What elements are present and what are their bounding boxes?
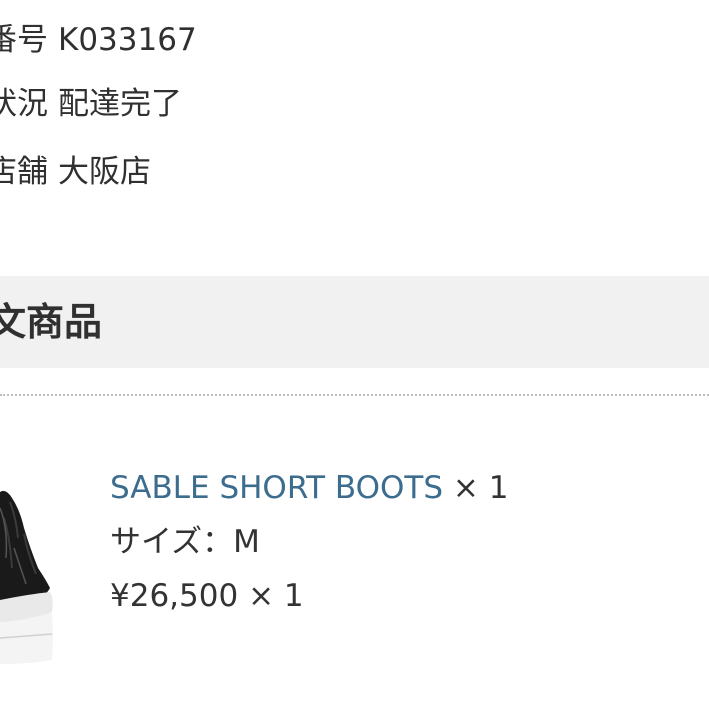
- size-label: サイズ：: [110, 524, 234, 560]
- section-title: 文商品: [0, 300, 103, 344]
- price-value: ¥26,500: [110, 578, 239, 614]
- ordered-items-header: 文商品: [0, 276, 709, 368]
- product-name-link[interactable]: SABLE SHORT BOOTS: [110, 470, 443, 506]
- product-thumbnail[interactable]: [0, 488, 60, 666]
- order-status-label: 状況: [0, 86, 48, 122]
- size-value: M: [233, 524, 260, 560]
- boot-image-icon: [0, 490, 53, 664]
- order-store-value: 大阪店: [58, 154, 151, 190]
- order-number-value: K033167: [58, 22, 197, 58]
- product-quantity: × 1: [452, 470, 509, 506]
- product-size-row: サイズ：M: [110, 522, 260, 562]
- product-price-row: ¥26,500 × 1: [110, 576, 304, 616]
- product-name-row: SABLE SHORT BOOTS × 1: [110, 468, 508, 508]
- order-store-label: 店舗: [0, 154, 48, 190]
- dotted-divider: [0, 394, 709, 396]
- order-number-label: 番号: [0, 22, 48, 58]
- order-status-value: 配達完了: [58, 86, 182, 122]
- order-status-row: 状況 配達完了: [0, 82, 182, 126]
- order-store-row: 店舗 大阪店: [0, 150, 151, 194]
- price-quantity: × 1: [248, 578, 304, 614]
- order-number-row: 番号 K033167: [0, 18, 197, 62]
